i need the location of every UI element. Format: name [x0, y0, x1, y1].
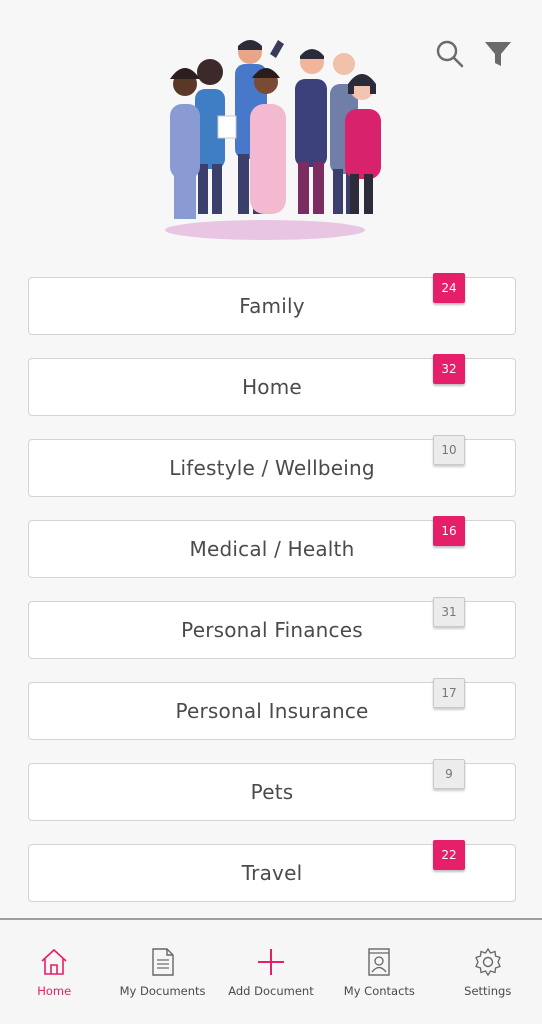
plus-icon: [255, 946, 287, 978]
category-label: Family: [239, 294, 305, 318]
category-travel[interactable]: Travel 22: [28, 840, 516, 902]
category-personal-finances[interactable]: Personal Finances 31: [28, 597, 516, 659]
nav-my-contacts[interactable]: My Contacts: [325, 920, 433, 998]
count-badge: 17: [433, 678, 465, 708]
category-label: Medical / Health: [189, 537, 355, 561]
document-icon: [147, 946, 179, 978]
nav-label: Settings: [464, 984, 512, 998]
nav-label: Home: [37, 984, 72, 998]
family-group-illustration: [150, 34, 390, 246]
nav-my-documents[interactable]: My Documents: [109, 920, 217, 998]
count-badge: 16: [433, 516, 465, 546]
category-family[interactable]: Family 24: [28, 273, 516, 335]
search-icon[interactable]: [434, 38, 466, 70]
nav-label: Add Document: [228, 984, 314, 998]
contacts-book-icon: [363, 946, 395, 978]
count-badge: 32: [433, 354, 465, 384]
category-label: Personal Finances: [181, 618, 363, 642]
category-lifestyle-wellbeing[interactable]: Lifestyle / Wellbeing 10: [28, 435, 516, 497]
category-label: Travel: [241, 861, 303, 885]
category-medical-health[interactable]: Medical / Health 16: [28, 516, 516, 578]
count-badge: 22: [433, 840, 465, 870]
category-label: Pets: [250, 780, 294, 804]
count-badge: 31: [433, 597, 465, 627]
gear-icon: [472, 946, 504, 978]
header-actions: [434, 38, 514, 70]
category-list: Family 24 Home 32 Lifestyle / Wellbeing …: [28, 273, 516, 925]
filter-icon[interactable]: [482, 38, 514, 70]
category-pets[interactable]: Pets 9: [28, 759, 516, 821]
count-badge: 24: [433, 273, 465, 303]
category-personal-insurance[interactable]: Personal Insurance 17: [28, 678, 516, 740]
nav-label: My Contacts: [343, 984, 415, 998]
count-badge: 9: [433, 759, 465, 789]
nav-label: My Documents: [119, 984, 206, 998]
nav-home[interactable]: Home: [0, 920, 108, 998]
nav-settings[interactable]: Settings: [434, 920, 542, 998]
category-label: Personal Insurance: [175, 699, 369, 723]
home-icon: [38, 946, 70, 978]
category-label: Home: [242, 375, 302, 399]
count-badge: 10: [433, 435, 465, 465]
bottom-navigation: Home My Documents Add Document My Contac…: [0, 918, 542, 1024]
nav-add-document[interactable]: Add Document: [217, 920, 325, 998]
category-label: Lifestyle / Wellbeing: [169, 456, 375, 480]
category-home[interactable]: Home 32: [28, 354, 516, 416]
